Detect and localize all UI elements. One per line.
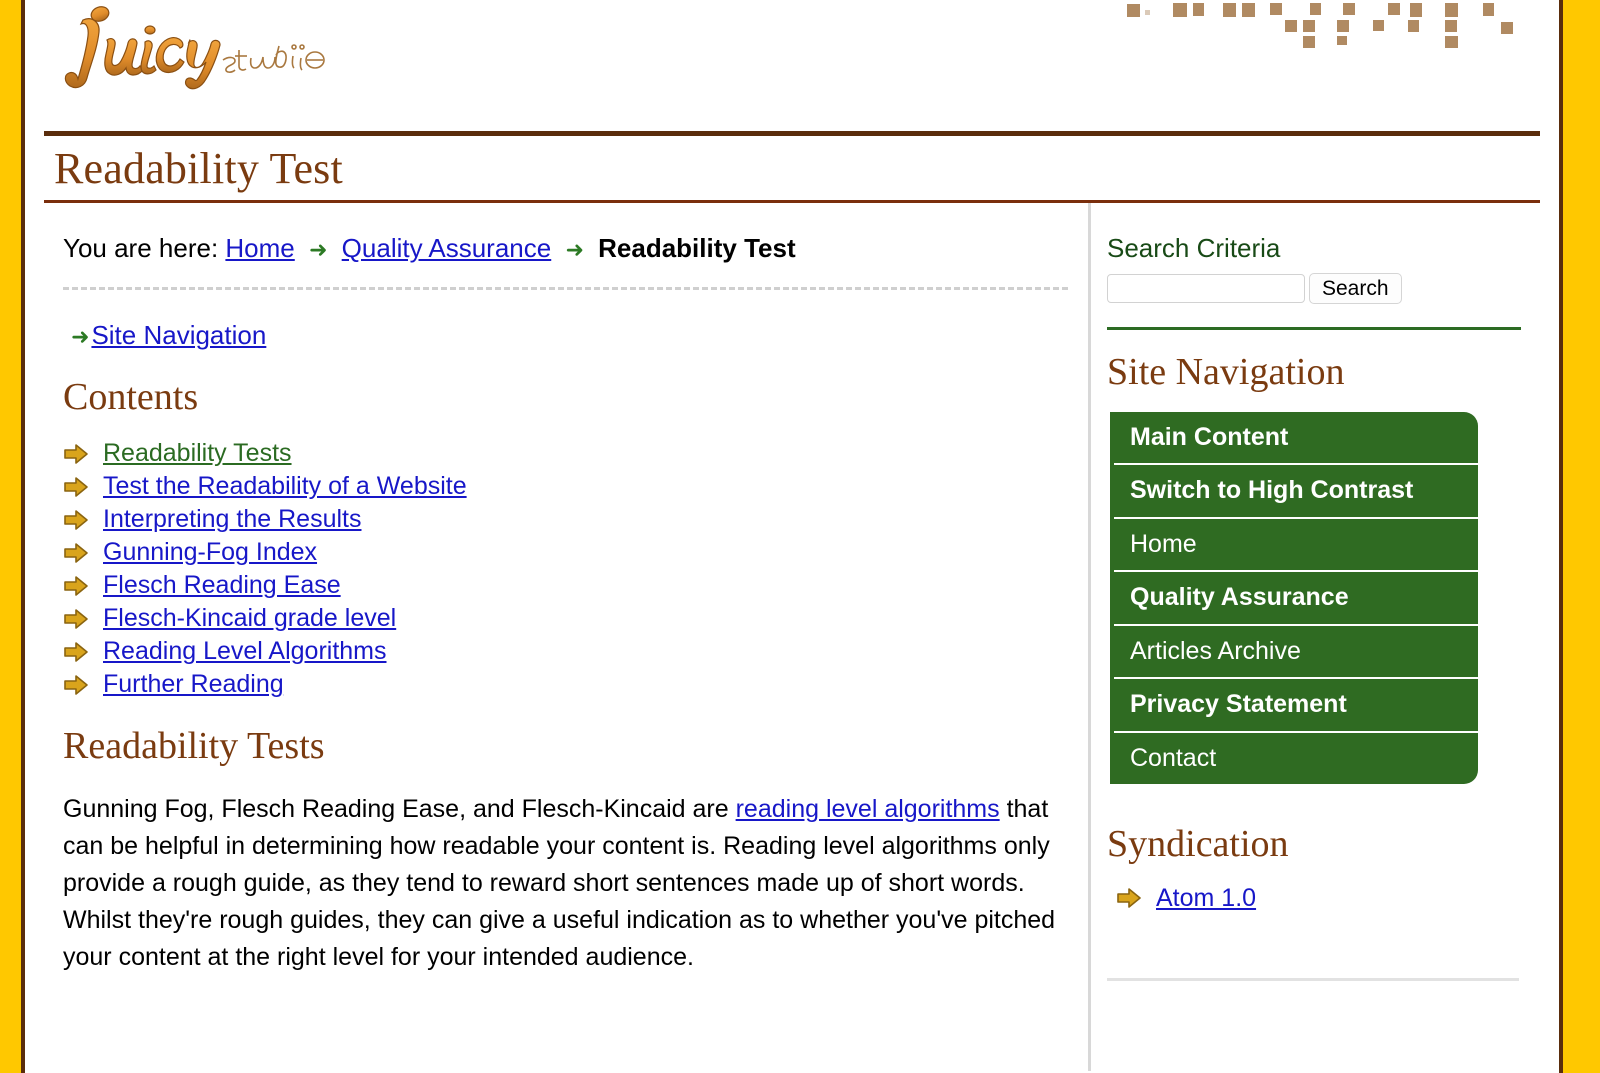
header-divider-thick [44,131,1540,136]
list-item: Test the Readability of a Website [63,474,1068,499]
site-logo[interactable] [43,2,343,97]
article-paragraph: Gunning Fog, Flesch Reading Ease, and Fl… [44,791,1068,976]
logo-icon [64,6,325,90]
gold-arrow-icon [63,673,89,697]
breadcrumb: You are here: Home ➜ Quality Assurance ➜… [44,203,1068,264]
atom-feed-link[interactable]: Atom 1.0 [1156,884,1256,913]
contents-heading: Contents [63,375,199,418]
sidebar-item-home[interactable]: Home [1114,519,1478,573]
sidebar-link-high-contrast[interactable]: Switch to High Contrast [1114,465,1478,517]
sidebar-item-privacy-statement[interactable]: Privacy Statement [1114,679,1478,733]
contents-link[interactable]: Gunning-Fog Index [103,540,317,565]
contents-link[interactable]: Interpreting the Results [103,507,361,532]
sidebar-link-articles-archive[interactable]: Articles Archive [1114,626,1478,678]
gold-arrow-icon [63,574,89,598]
breadcrumb-link-home[interactable]: Home [225,233,294,263]
contents-link[interactable]: Further Reading [103,672,284,697]
masthead [25,0,1559,131]
page-title: Readability Test [54,144,343,193]
breadcrumb-current: Readability Test [598,233,796,263]
contents-link[interactable]: Flesch Reading Ease [103,573,341,598]
gold-arrow-icon [63,508,89,532]
sidebar-divider [1107,327,1521,331]
syndication-list: Atom 1.0 [1107,884,1559,913]
breadcrumb-arrow-icon: ➜ [565,238,584,263]
page-inner: Readability Test You are here: Home ➜ Qu… [25,0,1559,1073]
sidebar-link-contact[interactable]: Contact [1114,733,1478,785]
breadcrumb-arrow-icon: ➜ [309,238,328,263]
site-navigation-list: Main Content Switch to High Contrast Hom… [1114,411,1478,785]
list-item: Readability Tests [63,441,1068,466]
search-input[interactable] [1107,274,1305,304]
site-navigation-skip-link[interactable]: Site Navigation [91,320,266,350]
sidebar-item-articles-archive[interactable]: Articles Archive [1114,626,1478,680]
page-frame: Readability Test You are here: Home ➜ Qu… [0,0,1600,1073]
body-columns: You are here: Home ➜ Quality Assurance ➜… [25,203,1559,1071]
gold-arrow-icon [63,640,89,664]
gold-arrow-icon [63,607,89,631]
contents-link[interactable]: Flesch-Kincaid grade level [103,606,396,631]
sidebar-item-quality-assurance[interactable]: Quality Assurance [1114,572,1478,626]
gold-arrow-icon [63,442,89,466]
contents-link[interactable]: Test the Readability of a Website [103,474,467,499]
list-item: Further Reading [63,672,1068,697]
list-item: Flesch-Kincaid grade level [63,606,1068,631]
breadcrumb-prefix: You are here: [63,233,219,263]
gold-arrow-icon [63,475,89,499]
list-item: Interpreting the Results [63,507,1068,532]
list-item: Reading Level Algorithms [63,639,1068,664]
paragraph-text-before-link: Gunning Fog, Flesch Reading Ease, and Fl… [63,795,736,824]
sidebar-item-high-contrast[interactable]: Switch to High Contrast [1114,465,1478,519]
contents-list: Readability Tests Test the Readability o… [44,441,1068,697]
article-heading: Readability Tests [63,725,325,768]
decorative-squares [1105,0,1525,48]
contents-link[interactable]: Reading Level Algorithms [103,639,387,664]
sidebar: Search Criteria Search Site Navigation M… [1088,203,1559,1071]
list-item: Flesch Reading Ease [63,573,1068,598]
sidebar-item-contact[interactable]: Contact [1114,733,1478,785]
list-item: Gunning-Fog Index [63,540,1068,565]
syndication-heading: Syndication [1107,823,1289,866]
sidebar-link-quality-assurance[interactable]: Quality Assurance [1114,572,1478,624]
search-button[interactable]: Search [1309,273,1402,305]
site-navigation-heading: Site Navigation [1107,351,1345,394]
reading-level-algorithms-link[interactable]: reading level algorithms [736,795,1000,823]
list-item: Atom 1.0 [1116,884,1559,913]
right-arrow-icon: ➜ [71,325,90,351]
gold-arrow-icon [1116,886,1142,910]
gold-arrow-icon [63,541,89,565]
search-criteria-heading: Search Criteria [1107,233,1281,263]
sidebar-link-main-content[interactable]: Main Content [1114,412,1478,464]
sidebar-link-home[interactable]: Home [1114,519,1478,571]
search-form: Search [1107,273,1559,305]
main-column: You are here: Home ➜ Quality Assurance ➜… [25,203,1088,1071]
sidebar-item-main-content[interactable]: Main Content [1114,412,1478,466]
contents-link[interactable]: Readability Tests [103,441,292,466]
skip-to-navigation: ➜Site Navigation [44,290,1068,351]
breadcrumb-link-quality-assurance[interactable]: Quality Assurance [342,233,552,263]
site-navigation-block: Main Content Switch to High Contrast Hom… [1110,411,1478,785]
sidebar-link-privacy-statement[interactable]: Privacy Statement [1114,679,1478,731]
